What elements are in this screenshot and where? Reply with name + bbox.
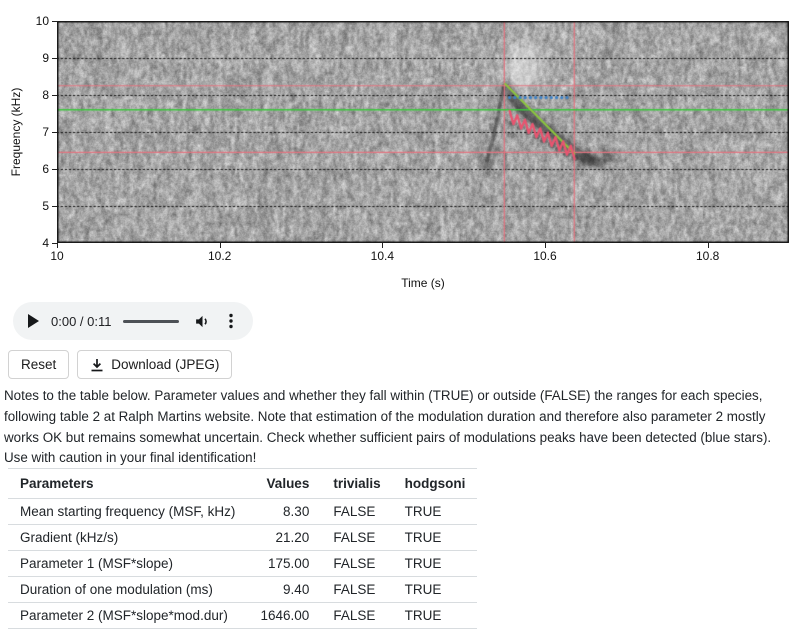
x-tick-mark [57,243,58,248]
header-parameters: Parameters [8,469,247,499]
reset-button-label: Reset [21,357,56,372]
x-axis-title: Time (s) [401,276,445,290]
table-cell-value: 175.00 [247,551,321,577]
y-tick-mark [52,206,57,207]
y-tick-mark [52,169,57,170]
header-trivialis: trivialis [321,469,392,499]
table-cell-parameter: Parameter 1 (MSF*slope) [8,551,247,577]
table-cell-parameter: Mean starting frequency (MSF, kHz) [8,499,247,525]
table-cell-value: 8.30 [247,499,321,525]
table-row: Parameter 2 (MSF*slope*mod.dur)1646.00FA… [8,603,477,629]
button-row: Reset Download (JPEG) [8,350,232,379]
table-header-row: Parameters Values trivialis hodgsoni [8,469,477,499]
audio-time: 0:00 / 0:11 [51,314,111,329]
parameters-table-head: Parameters Values trivialis hodgsoni [8,469,477,499]
table-cell-hodgsoni: TRUE [393,551,478,577]
table-cell-parameter: Duration of one modulation (ms) [8,577,247,603]
spectrogram-figure: Frequency (kHz) Time (s) 4 5 6 7 8 9 10 10 10.2 1… [0,0,800,296]
volume-icon[interactable] [194,313,211,330]
table-row: Duration of one modulation (ms)9.40FALSE… [8,577,477,603]
table-cell-parameter: Gradient (kHz/s) [8,525,247,551]
y-tick-mark [52,58,57,59]
x-tick-mark [545,243,546,248]
notes-text: Notes to the table below. Parameter valu… [4,386,797,469]
x-tick-mark [708,243,709,248]
app-root: Frequency (kHz) Time (s) 4 5 6 7 8 9 10 10 10.2 1… [0,0,800,631]
table-cell-trivialis: FALSE [321,603,392,629]
download-button[interactable]: Download (JPEG) [77,350,232,379]
y-tick-label: 6 [23,162,49,176]
table-cell-trivialis: FALSE [321,551,392,577]
table-cell-parameter: Parameter 2 (MSF*slope*mod.dur) [8,603,247,629]
y-tick-label: 10 [23,14,49,28]
y-tick-label: 5 [23,199,49,213]
y-axis-title: Frequency (kHz) [9,88,23,177]
overflow-menu-icon[interactable] [224,312,238,330]
table-row: Mean starting frequency (MSF, kHz)8.30FA… [8,499,477,525]
y-tick-label: 9 [23,51,49,65]
y-tick-label: 7 [23,125,49,139]
table-cell-value: 9.40 [247,577,321,603]
y-tick-label: 8 [23,88,49,102]
parameters-table-body: Mean starting frequency (MSF, kHz)8.30FA… [8,499,477,629]
spectrogram-plot[interactable] [57,21,789,243]
x-tick-mark [220,243,221,248]
table-row: Parameter 1 (MSF*slope)175.00FALSETRUE [8,551,477,577]
x-tick-label: 10.2 [198,249,242,263]
table-cell-hodgsoni: TRUE [393,577,478,603]
table-cell-hodgsoni: TRUE [393,603,478,629]
audio-progress-bar[interactable] [123,320,179,323]
play-button[interactable] [28,314,39,328]
download-icon [90,358,104,372]
x-tick-mark [382,243,383,248]
header-values: Values [247,469,321,499]
header-hodgsoni: hodgsoni [393,469,478,499]
x-tick-label: 10.6 [523,249,567,263]
y-tick-label: 4 [23,236,49,250]
x-tick-label: 10.8 [686,249,730,263]
x-tick-label: 10.4 [360,249,404,263]
reset-button[interactable]: Reset [8,350,69,379]
table-cell-hodgsoni: TRUE [393,499,478,525]
table-cell-value: 1646.00 [247,603,321,629]
download-button-label: Download (JPEG) [111,357,219,372]
y-tick-mark [52,132,57,133]
x-tick-label: 10 [35,249,79,263]
audio-player[interactable]: 0:00 / 0:11 [13,302,253,340]
y-tick-mark [52,95,57,96]
table-cell-value: 21.20 [247,525,321,551]
table-cell-trivialis: FALSE [321,525,392,551]
table-row: Gradient (kHz/s)21.20FALSETRUE [8,525,477,551]
table-cell-trivialis: FALSE [321,577,392,603]
y-tick-mark [52,21,57,22]
table-cell-trivialis: FALSE [321,499,392,525]
table-cell-hodgsoni: TRUE [393,525,478,551]
parameters-table: Parameters Values trivialis hodgsoni Mea… [8,468,477,629]
